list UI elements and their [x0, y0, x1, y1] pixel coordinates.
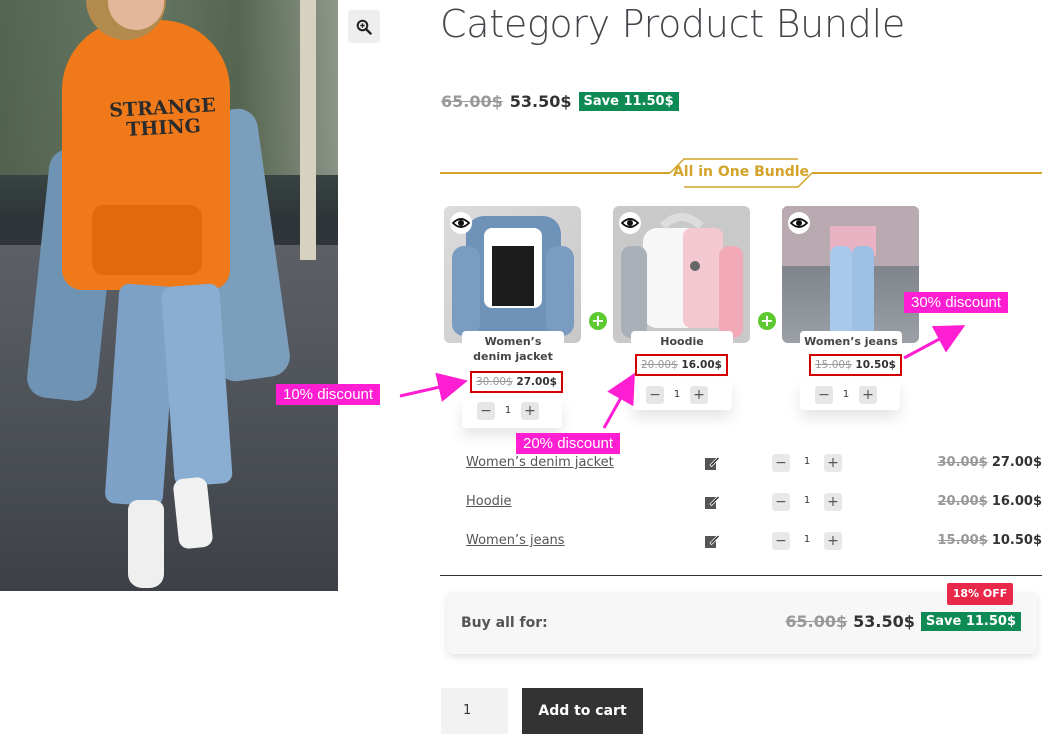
bundle-list-item-link[interactable]: Hoodie [466, 494, 512, 509]
bundle-item-name: Hoodie [631, 331, 733, 351]
bundle-card-jeans[interactable]: Women’s jeans 15.00$ 10.50$ − 1 + [782, 206, 919, 404]
divider [440, 575, 1042, 576]
plus-separator-icon: + [758, 312, 776, 330]
magnifier-icon [356, 19, 372, 35]
quick-view-eye-icon[interactable] [619, 212, 641, 234]
bundle-list-item-link[interactable]: Women’s denim jacket [466, 455, 614, 470]
hoodie-print-text: STRANGE THING [108, 94, 217, 141]
discount-callout: 30% discount [904, 292, 1009, 313]
quick-view-eye-icon[interactable] [788, 212, 810, 234]
increase-button[interactable]: + [690, 386, 708, 404]
decrease-button[interactable]: − [772, 532, 790, 550]
bundle-card-hoodie[interactable]: Hoodie 20.00$ 16.00$ − 1 + [613, 206, 750, 404]
edit-icon[interactable] [704, 533, 720, 549]
price-new: 27.00$ [516, 376, 557, 388]
bundle-list-price: 30.00$ 27.00$ [938, 455, 1042, 470]
quantity-value[interactable]: 1 [794, 534, 820, 545]
increase-button[interactable]: + [859, 386, 877, 404]
discount-callout: 20% discount [516, 433, 621, 454]
increase-button[interactable]: + [824, 493, 842, 511]
decrease-button[interactable]: − [772, 454, 790, 472]
bundle-list-item-link[interactable]: Women’s jeans [466, 533, 565, 548]
discount-callout: 10% discount [276, 384, 381, 405]
bundle-item-name: Women’s jeans [800, 331, 902, 351]
save-badge: Save 11.50$ [578, 92, 679, 111]
product-title: Category Product Bundle [440, 2, 905, 46]
price-old: 65.00$ [785, 612, 848, 631]
price-new: 53.50$ [509, 92, 572, 111]
background-pole [300, 0, 316, 260]
price-new: 16.00$ [681, 359, 722, 371]
bundle-item-price: 20.00$ 16.00$ [635, 354, 728, 376]
quantity-stepper[interactable]: − 1 + [815, 386, 877, 404]
price-old: 30.00$ [476, 376, 513, 388]
increase-button[interactable]: + [824, 532, 842, 550]
price-old: 20.00$ [937, 494, 988, 509]
price-new: 16.00$ [991, 494, 1042, 509]
price-new: 53.50$ [853, 612, 915, 631]
product-thumbnail[interactable] [444, 206, 581, 343]
quantity-stepper[interactable]: − 1 + [646, 386, 708, 404]
quick-view-eye-icon[interactable] [450, 212, 472, 234]
product-main-image: STRANGE THING [0, 0, 338, 591]
quantity-value[interactable]: 1 [666, 386, 688, 404]
save-badge: Save 11.50$ [920, 612, 1021, 631]
bundle-item-price: 30.00$ 27.00$ [470, 371, 563, 393]
price-old: 65.00$ [441, 92, 503, 111]
decrease-button[interactable]: − [646, 386, 664, 404]
bundle-item-price: 15.00$ 10.50$ [809, 354, 902, 376]
increase-button[interactable]: + [521, 402, 539, 420]
bundle-list-price: 15.00$ 10.50$ [938, 533, 1042, 548]
decrease-button[interactable]: − [815, 386, 833, 404]
edit-icon[interactable] [704, 455, 720, 471]
product-thumbnail[interactable] [782, 206, 919, 343]
price-new: 27.00$ [991, 455, 1042, 470]
quantity-value[interactable]: 1 [794, 456, 820, 467]
discount-ribbon: 18% OFF [947, 583, 1013, 605]
price-old: 15.00$ [815, 359, 852, 371]
increase-button[interactable]: + [824, 454, 842, 472]
quantity-value[interactable]: 1 [794, 495, 820, 506]
product-thumbnail[interactable] [613, 206, 750, 343]
bundle-card-denim-jacket[interactable]: Women’s denim jacket 30.00$ 27.00$ − 1 + [444, 206, 581, 420]
boot-left [128, 500, 164, 588]
add-to-cart-button[interactable]: Add to cart [522, 688, 643, 734]
quantity-stepper[interactable]: − 1 + [477, 402, 539, 420]
plus-separator-icon: + [589, 312, 607, 330]
boot-right [172, 476, 214, 550]
buy-all-label: Buy all for: [461, 615, 548, 631]
decrease-button[interactable]: − [772, 493, 790, 511]
quantity-value[interactable]: 1 [497, 402, 519, 420]
bundle-list-price: 20.00$ 16.00$ [938, 494, 1042, 509]
quantity-value[interactable]: 1 [835, 386, 857, 404]
cart-quantity-input[interactable]: 1 [441, 688, 508, 734]
bundle-total-price: 65.00$ 53.50$ Save 11.50$ [785, 612, 1021, 631]
price-old: 15.00$ [937, 533, 988, 548]
price-new: 10.50$ [855, 359, 896, 371]
decrease-button[interactable]: − [477, 402, 495, 420]
bundle-list-row: Women’s denim jacket − 1 + 30.00$ 27.00$ [466, 453, 1042, 475]
bundle-item-name: Women’s denim jacket [462, 331, 564, 366]
hoodie-pocket [92, 205, 202, 275]
bundle-list-row: Hoodie − 1 + 20.00$ 16.00$ [466, 492, 1042, 514]
price-old: 30.00$ [937, 455, 988, 470]
product-price: 65.00$ 53.50$ Save 11.50$ [441, 92, 679, 111]
edit-icon[interactable] [704, 494, 720, 510]
price-new: 10.50$ [991, 533, 1042, 548]
price-old: 20.00$ [641, 359, 678, 371]
bundle-title: All in One Bundle [672, 164, 810, 180]
zoom-button[interactable] [348, 10, 380, 43]
bundle-list-row: Women’s jeans − 1 + 15.00$ 10.50$ [466, 531, 1042, 553]
